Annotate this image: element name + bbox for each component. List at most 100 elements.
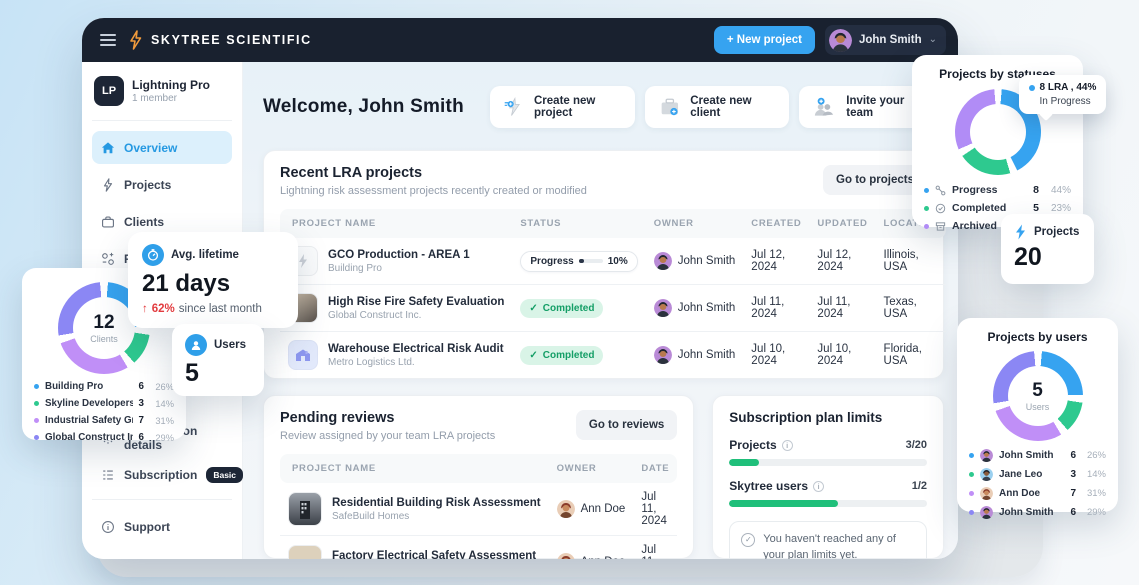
stat-label: Projects (1034, 226, 1080, 238)
table-row[interactable]: GCO Production - AREA 1 Building Pro Pro… (280, 238, 946, 285)
owner-name: John Smith (677, 349, 736, 361)
column-header: Updated (809, 209, 876, 238)
project-client: Metro Logistics Ltd. (328, 356, 415, 368)
project-client: Building Pro (328, 262, 382, 274)
delta-value: 62% (151, 303, 175, 315)
table-row[interactable]: High Rise Fire Safety Evaluation Global … (280, 284, 947, 332)
pending-reviews-table: Project name Owner Date Residential B (280, 454, 678, 560)
create-new-client-card[interactable]: Create new client (644, 86, 790, 128)
sidebar-item-label: Support (124, 519, 170, 534)
limit-label: Projects (729, 438, 777, 452)
info-icon: i (813, 480, 825, 492)
sidebar-item-support[interactable]: Support (92, 510, 232, 543)
user-menu[interactable]: John Smith ⌄ (824, 25, 946, 55)
donut-tooltip: 8 LRA , 44% In Progress (1018, 75, 1107, 114)
project-name: GCO Production - AREA 1 (328, 248, 470, 261)
new-project-button[interactable]: + New project (713, 26, 815, 54)
reviews-icon (102, 252, 114, 265)
status-badge: ✓ Completed (520, 345, 604, 365)
workspace-members: 1 member (132, 93, 178, 104)
progress-status-icon (935, 185, 946, 195)
table-row[interactable]: Residential Building Risk Assessment Saf… (280, 483, 677, 536)
sidebar-item-label: Clients (124, 214, 165, 229)
stat-value: 20 (1014, 243, 1042, 271)
briefcase-icon (102, 215, 114, 227)
table-row[interactable]: Factory Electrical Safety Assessment Ind… (280, 535, 678, 560)
location: Illinois, USA (883, 249, 919, 273)
user-avatar (828, 28, 852, 52)
user-circle-icon (185, 334, 207, 356)
hamburger-menu-icon[interactable] (100, 34, 116, 46)
limit-value: 1/2 (911, 480, 927, 492)
stat-label: Users (214, 339, 246, 351)
go-to-reviews-button[interactable]: Go to reviews (575, 410, 678, 440)
table-row[interactable]: Warehouse Electrical Risk Audit Metro Lo… (280, 331, 947, 378)
legend-row: Industrial Safety Group 7 31% (34, 415, 174, 426)
sidebar-item-overview[interactable]: Overview (92, 131, 232, 164)
legend-avatar (980, 506, 993, 519)
archived-status-icon (935, 221, 946, 231)
updated-date: Jul 11, 2024 (809, 284, 876, 332)
project-name: Residential Building Risk Assessment (332, 496, 541, 509)
create-new-project-card[interactable]: Create new project (489, 86, 635, 128)
owner-name: Ann Doe (581, 556, 626, 559)
legend-row: Jane Leo 3 14% (969, 468, 1106, 481)
column-header: Created (743, 209, 810, 238)
projects-limit-bar (729, 459, 927, 466)
avg-lifetime-card: Avg. lifetime 21 days ↑ 62% since last m… (128, 232, 298, 328)
created-date: Jul 11, 2024 (743, 284, 810, 332)
projects-by-users-card: Projects by users 5 Users John Smith 6 2… (957, 318, 1118, 519)
subscription-limits-panel: Subscription plan limits Projects i 3/20… (712, 395, 944, 559)
legend-row: Building Pro 6 26% (34, 381, 174, 392)
list-icon (103, 470, 113, 479)
limits-note: ✓ You haven't reached any of your plan l… (729, 521, 927, 559)
sidebar-item-subscription[interactable]: Subscription Basic (92, 458, 244, 491)
panel-title: Recent LRA projects (280, 165, 423, 181)
delta-note: since last month (178, 303, 262, 315)
check-icon: ✓ (529, 302, 538, 314)
stat-value: 21 days (142, 270, 231, 297)
legend-row: John Smith 6 26% (969, 449, 1106, 462)
home-icon (101, 141, 115, 153)
project-name: Factory Electrical Safety Assessment (332, 549, 537, 560)
location: Florida, USA (875, 331, 947, 378)
panel-title: Pending reviews (280, 410, 395, 426)
column-header: Owner (548, 454, 634, 483)
legend-avatar (980, 449, 993, 462)
project-name: High Rise Fire Safety Evaluation (328, 295, 505, 308)
info-icon: i (781, 439, 793, 451)
card-title: Projects by users (987, 330, 1088, 344)
updated-date: Jul 10, 2024 (809, 331, 876, 378)
created-date: Jul 10, 2024 (743, 331, 810, 378)
legend-row: Ann Doe 7 31% (969, 487, 1106, 500)
legend-row: Progress 8 44% (924, 184, 1071, 196)
sidebar-item-label: Projects (124, 177, 172, 192)
completed-status-icon (935, 203, 946, 213)
stat-value: 5 (185, 359, 199, 387)
owner-avatar (557, 553, 575, 559)
plan-badge: Basic (206, 466, 244, 483)
status-badge: Progress 10% (520, 250, 638, 272)
recent-projects-panel: Recent LRA projects Lightning risk asses… (263, 150, 947, 379)
users-count-card: Users 5 (172, 324, 264, 396)
panel-title: Subscription plan limits (729, 410, 883, 425)
review-date: Jul 11, 2024 (633, 535, 678, 559)
limit-value: 3/20 (905, 439, 927, 451)
limit-label: Skytree users (729, 479, 809, 493)
check-circle-icon: ✓ (741, 533, 756, 547)
legend-row: John Smith 6 29% (969, 506, 1106, 519)
legend-row: Completed 5 23% (924, 202, 1071, 214)
stat-label: Avg. lifetime (171, 249, 239, 261)
legend-row: Global Construct Inc. 6 29% (34, 432, 174, 443)
stopwatch-icon (142, 244, 164, 266)
check-icon: ✓ (529, 349, 538, 361)
owner-avatar (653, 299, 672, 317)
sidebar-item-projects[interactable]: Projects (92, 168, 232, 201)
info-circle-icon (102, 520, 114, 533)
workspace-name: Lightning Pro (132, 78, 210, 92)
arrow-up-icon: ↑ (142, 303, 148, 315)
chevron-down-icon: ⌄ (928, 34, 937, 45)
projects-count-card: Projects 20 (1001, 214, 1094, 284)
workspace-switcher[interactable]: LP Lightning Pro 1 member (92, 74, 232, 116)
created-date: Jul 12, 2024 (751, 249, 786, 273)
